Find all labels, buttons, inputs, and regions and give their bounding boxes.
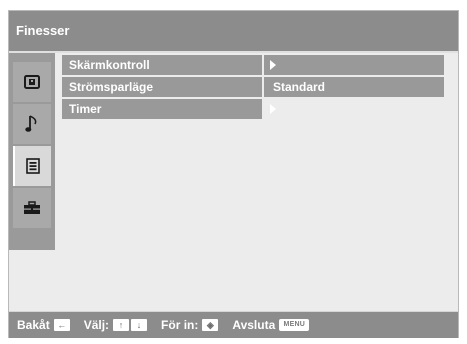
music-note-icon [25,115,37,132]
menu-item-timer[interactable]: Timer [62,99,444,119]
footer-hints: Bakåt ← Välj: ↑ ↓ För in: ◈ Avsluta MENU [9,312,458,338]
exit-hint-label: Avsluta [232,318,276,332]
menu-item-label: Skärmkontroll [62,55,262,75]
enter-joystick-icon: ◈ [202,319,219,331]
enter-hint-label: För in: [161,318,199,332]
sidebar-item-picture[interactable] [13,62,51,102]
submenu-arrow-icon [270,104,276,114]
menu-item-label: Timer [62,99,262,119]
sidebar-item-sound[interactable] [13,104,51,144]
page-title: Finesser [9,11,458,51]
settings-menu: Skärmkontroll Strömsparläge Standard Tim… [62,55,444,121]
category-sidebar [9,53,55,250]
sidebar-item-features[interactable] [13,146,51,186]
down-arrow-icon: ↓ [131,319,148,331]
menu-item-value: Standard [264,77,444,97]
up-arrow-icon: ↑ [113,319,130,331]
toolbox-icon [24,201,40,214]
submenu-arrow-icon [270,60,276,70]
content-area: Skärmkontroll Strömsparläge Standard Tim… [9,53,458,311]
menu-key-icon: MENU [279,319,310,331]
menu-item-skarmkontroll[interactable]: Skärmkontroll [62,55,444,75]
settings-screen: Finesser Skärmkontroll Strömsparläge Sta… [8,10,459,338]
sidebar-item-setup[interactable] [13,188,51,228]
settings-list-icon [26,158,40,174]
menu-item-stromsparlage[interactable]: Strömsparläge Standard [62,77,444,97]
back-arrow-icon: ← [53,319,70,331]
picture-icon [24,75,40,89]
back-hint-label: Bakåt [17,318,50,332]
menu-item-value [264,99,444,119]
menu-item-label: Strömsparläge [62,77,262,97]
menu-item-value [264,55,444,75]
select-hint-label: Välj: [83,318,110,332]
